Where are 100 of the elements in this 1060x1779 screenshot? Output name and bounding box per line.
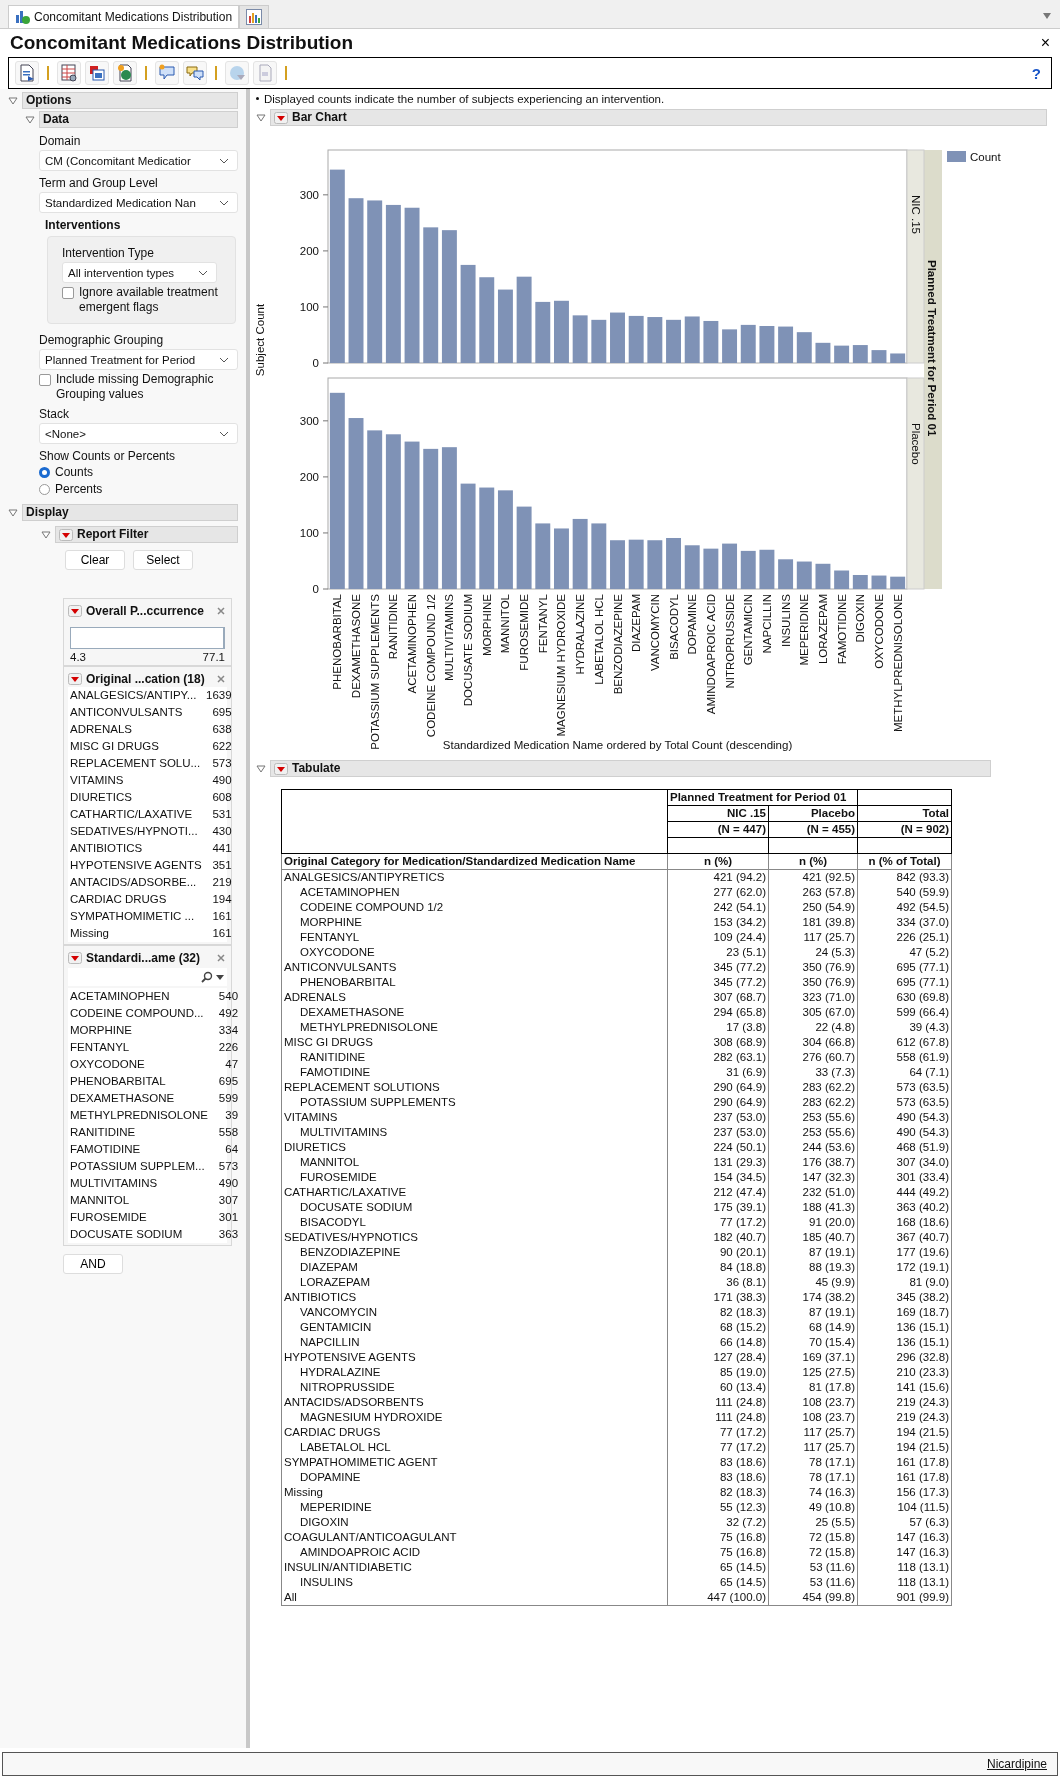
filter-list-item[interactable]: SEDATIVES/HYPNOTI... 430 [68, 823, 234, 840]
filter-list-item[interactable]: MISC GI DRUGS 622 [68, 738, 234, 755]
axis-label: NAPCILLIN [760, 594, 773, 654]
axis-label: INSULINS [779, 594, 792, 648]
filter-list-item[interactable]: FENTANYL 226 [68, 1039, 241, 1056]
filter-list-item[interactable]: HYPOTENSIVE AGENTS 351 [68, 857, 234, 874]
disclosure-icon[interactable] [25, 114, 35, 125]
disclosure-icon[interactable] [256, 112, 266, 123]
filter-list-item[interactable]: MANNITOL 307 [68, 1192, 241, 1209]
filter-list-item[interactable]: DOCUSATE SODIUM 363 [68, 1226, 241, 1243]
filter-list-item[interactable]: CODEINE COMPOUND... 492 [68, 1005, 241, 1022]
note-text: Displayed counts indicate the number of subjects experiencing an intervention. [264, 92, 665, 105]
filter-list-item[interactable]: CARDIAC DRUGS 194 [68, 891, 234, 908]
filter-list-item[interactable]: Missing 161 [68, 925, 234, 942]
popup-menu-icon[interactable] [68, 952, 82, 964]
radio-button[interactable] [39, 467, 50, 478]
filter-list-item[interactable]: ACETAMINOPHEN 540 [68, 988, 241, 1005]
filter-list-item[interactable]: DEXAMETHASONE 599 [68, 1090, 241, 1107]
filter-list-item[interactable]: FAMOTIDINE 64 [68, 1141, 241, 1158]
tick-label: 100 [299, 526, 319, 539]
filter-list-item[interactable]: DIURETICS 608 [68, 789, 234, 806]
toolbar-button[interactable] [85, 61, 109, 85]
search-field[interactable] [68, 968, 227, 986]
outline-header[interactable]: Report Filter [55, 526, 238, 543]
outline-header[interactable]: Bar Chart [270, 109, 1047, 126]
filter-button[interactable]: Clear [65, 550, 125, 570]
filter-list-item[interactable]: FUROSEMIDE 301 [68, 1209, 241, 1226]
dropdown[interactable]: All intervention types [62, 262, 217, 283]
table-cell: 250 (54.9) [768, 900, 858, 915]
popup-menu-icon[interactable] [68, 605, 82, 617]
close-icon[interactable] [217, 954, 227, 962]
disclosure-icon[interactable] [8, 507, 18, 518]
table-cell: CATHARTIC/LAXATIVE [281, 1185, 668, 1200]
filter-list-item[interactable]: ANTICONVULSANTS 695 [68, 704, 234, 721]
disclosure-icon[interactable] [8, 95, 18, 106]
document-icon [256, 64, 274, 82]
close-icon[interactable] [217, 675, 227, 683]
popup-menu-icon[interactable] [274, 111, 288, 124]
range-slider[interactable] [71, 628, 224, 648]
filter-list-item[interactable]: MULTIVITAMINS 490 [68, 1175, 241, 1192]
popup-menu-icon[interactable] [274, 762, 288, 775]
table-cell: 492 (54.5) [857, 900, 952, 915]
toolbar-button[interactable] [57, 61, 81, 85]
table-cell: 111 (24.8) [667, 1410, 769, 1425]
filter-list-item[interactable]: METHYLPREDNISOLONE 39 [68, 1107, 241, 1124]
filter-list-item[interactable]: ANTACIDS/ADSORBE... 219 [68, 874, 234, 891]
dropdown-arrow-icon[interactable] [1042, 12, 1052, 20]
filter-list-item[interactable]: CATHARTIC/LAXATIVE 531 [68, 806, 234, 823]
bar [666, 319, 681, 363]
window-tab[interactable]: Concomitant Medications Distribution [8, 5, 240, 28]
filter-list-item[interactable]: SYMPATHOMIMETIC ... 161 [68, 908, 234, 925]
table-cell: 81 (9.0) [857, 1275, 952, 1290]
filter-list-item[interactable]: ANALGESICS/ANTIPY... 1639 [68, 687, 234, 704]
close-icon[interactable] [217, 607, 227, 615]
dropdown[interactable]: <None> [39, 423, 238, 444]
outline-header[interactable]: Tabulate [270, 760, 991, 777]
table-cell: 49 (10.8) [768, 1500, 858, 1515]
column-header: Placebo [768, 805, 858, 822]
filter-list-item[interactable]: POTASSIUM SUPPLEM... 573 [68, 1158, 241, 1175]
table-cell: 111 (24.8) [667, 1395, 769, 1410]
distribution-icon [15, 9, 31, 25]
table-cell: FENTANYL [281, 930, 668, 945]
table-cell: 60 (13.4) [667, 1380, 769, 1395]
axis-label: RANITIDINE [387, 594, 400, 660]
popup-menu-icon[interactable] [68, 673, 82, 685]
close-button[interactable]: × [1040, 34, 1050, 52]
axis-label: OXYCODONE [873, 594, 885, 669]
checkbox[interactable] [62, 287, 74, 299]
filter-list-item[interactable]: OXYCODONE 47 [68, 1056, 241, 1073]
dropdown[interactable]: CM (Concomitant Medicatior [39, 150, 238, 171]
filter-list-item[interactable]: VITAMINS 490 [68, 772, 234, 789]
radio-button[interactable] [39, 484, 50, 495]
filter-list-item[interactable]: PHENOBARBITAL 695 [68, 1073, 241, 1090]
outline-header[interactable]: Data [39, 111, 238, 128]
toolbar-button[interactable] [15, 61, 39, 85]
column-header: (N = 455) [768, 821, 858, 838]
filter-list-item[interactable]: ADRENALS 638 [68, 721, 234, 738]
and-button[interactable]: AND [63, 1254, 123, 1274]
table-cell: 36 (8.1) [667, 1275, 769, 1290]
filter-button[interactable]: Select [133, 550, 193, 570]
disclosure-icon[interactable] [256, 763, 266, 774]
status-link[interactable]: Nicardipine [986, 1757, 1047, 1771]
help-button[interactable]: ? [1027, 64, 1045, 82]
outline-header[interactable]: Display [22, 504, 238, 521]
filter-list-item[interactable]: REPLACEMENT SOLU... 573 [68, 755, 234, 772]
popup-menu-icon[interactable] [59, 528, 73, 541]
filter-list-item[interactable]: RANITIDINE 558 [68, 1124, 241, 1141]
dropdown[interactable]: Planned Treatment for Period [39, 349, 238, 370]
filter-list-item[interactable]: ANTIBIOTICS 441 [68, 840, 234, 857]
checkbox[interactable] [39, 374, 51, 386]
table-cell: AMINDOAPROIC ACID [281, 1545, 668, 1560]
table-cell: 125 (27.5) [768, 1365, 858, 1380]
filter-list-item[interactable]: MORPHINE 334 [68, 1022, 241, 1039]
toolbar-button[interactable] [113, 61, 137, 85]
dropdown[interactable]: Standardized Medication Nan [39, 192, 238, 213]
disclosure-icon[interactable] [41, 529, 51, 540]
outline-header[interactable]: Options [22, 92, 238, 109]
toolbar-button[interactable] [183, 61, 207, 85]
window-tab[interactable] [239, 5, 270, 28]
table-cell: 24 (5.3) [768, 945, 858, 960]
